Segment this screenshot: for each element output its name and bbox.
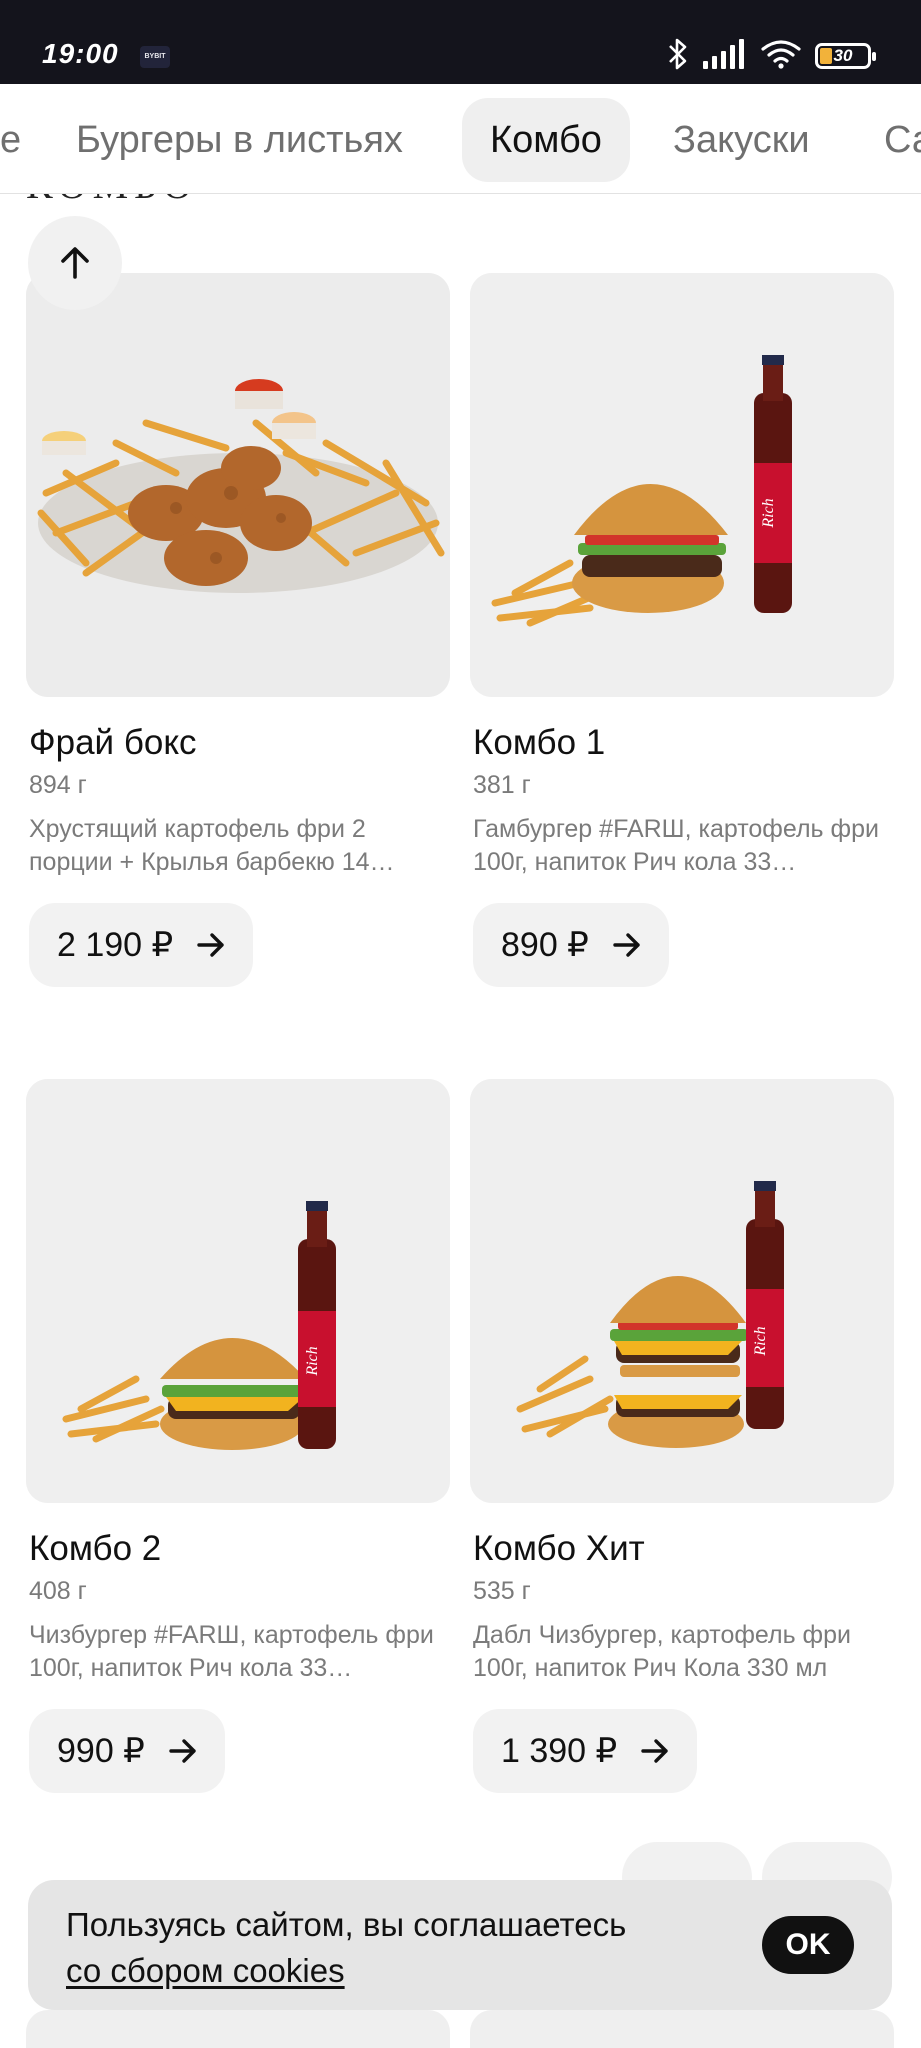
tab-snacks[interactable]: Закуски [673, 98, 810, 182]
product-weight: 535 г [473, 1577, 531, 1605]
cookie-text: Пользуясь сайтом, вы соглашаетесь [66, 1906, 627, 1943]
product-weight: 408 г [29, 1577, 87, 1605]
status-icons: 30 [667, 37, 876, 76]
cookie-banner: Пользуясь сайтом, вы соглашаетесь со сбо… [28, 1880, 892, 2010]
product-card[interactable]: Rich Комбо 1 381 г Гамбургер #FARШ, карт… [470, 273, 894, 987]
cookie-policy-link[interactable]: со сбором cookies [66, 1952, 345, 1989]
product-description: Чизбургер #FARШ, картофель фри 100г, нап… [29, 1621, 434, 1682]
cookie-ok-button[interactable]: OK [762, 1916, 854, 1974]
product-price: 2 190 ₽ [57, 926, 174, 964]
product-image-burger-combo[interactable]: Rich [470, 273, 894, 697]
add-to-cart-button[interactable]: 990 ₽ [29, 1709, 225, 1793]
tab-next-category[interactable]: Са [884, 98, 921, 182]
bybit-app-icon: BYBIT [140, 46, 170, 68]
status-bar: 19:00 BYBIT 30 [0, 0, 921, 84]
battery-level: 30 [833, 46, 853, 65]
arrow-up-icon [61, 247, 89, 279]
svg-text:Rich: Rich [760, 498, 777, 528]
next-product-image[interactable] [470, 2010, 894, 2048]
arrow-right-icon [169, 1739, 196, 1763]
status-time: 19:00 [42, 38, 119, 69]
arrow-right-icon [641, 1739, 668, 1763]
arrow-right-icon [613, 933, 640, 957]
product-price: 890 ₽ [501, 926, 589, 964]
cookie-message: Пользуясь сайтом, вы соглашаетесь со сбо… [66, 1902, 626, 1994]
battery-icon: 30 [815, 43, 876, 69]
bluetooth-icon [667, 37, 689, 76]
scroll-up-button[interactable] [28, 216, 122, 310]
product-title: Фрай бокс [29, 723, 197, 762]
product-card[interactable]: Фрай бокс 894 г Хрустящий картофель фри … [26, 273, 450, 987]
next-product-image[interactable] [26, 2010, 450, 2048]
svg-text:Rich: Rich [304, 1346, 321, 1376]
product-image-cheeseburger-combo[interactable]: Rich [26, 1079, 450, 1503]
product-card[interactable]: Rich Комбо 2 408 г Чизбургер #FARШ, карт… [26, 1079, 450, 1793]
product-description: Хрустящий картофель фри 2 порции + Крыль… [29, 815, 395, 876]
product-image-double-cheeseburger-combo[interactable]: Rich [470, 1079, 894, 1503]
add-to-cart-button[interactable]: 890 ₽ [473, 903, 669, 987]
product-description: Гамбургер #FARШ, картофель фри 100г, нап… [473, 815, 879, 876]
svg-text:Rich: Rich [752, 1326, 769, 1356]
product-title: Комбо 1 [473, 723, 606, 762]
wifi-icon [761, 39, 801, 74]
tab-previous-category[interactable]: е [0, 98, 21, 182]
product-title: Комбо 2 [29, 1529, 162, 1568]
product-weight: 381 г [473, 771, 531, 799]
product-price: 990 ₽ [57, 1732, 145, 1770]
product-weight: 894 г [29, 771, 87, 799]
arrow-right-icon [197, 933, 224, 957]
tab-burgers-in-leaves[interactable]: Бургеры в листьях [76, 98, 403, 182]
product-title: Комбо Хит [473, 1529, 645, 1568]
add-to-cart-button[interactable]: 1 390 ₽ [473, 1709, 698, 1793]
product-card[interactable]: Rich Комбо Хит 535 г Дабл Чизбургер, кар… [470, 1079, 894, 1793]
product-description: Дабл Чизбургер, картофель фри 100г, напи… [473, 1621, 851, 1682]
product-image-fries-wings[interactable] [26, 273, 450, 697]
tab-combo[interactable]: Комбо [462, 98, 630, 182]
add-to-cart-button[interactable]: 2 190 ₽ [29, 903, 254, 987]
product-price: 1 390 ₽ [501, 1732, 618, 1770]
category-tabs: е Бургеры в листьях Комбо Закуски Са [0, 84, 921, 194]
signal-icon [703, 38, 747, 74]
